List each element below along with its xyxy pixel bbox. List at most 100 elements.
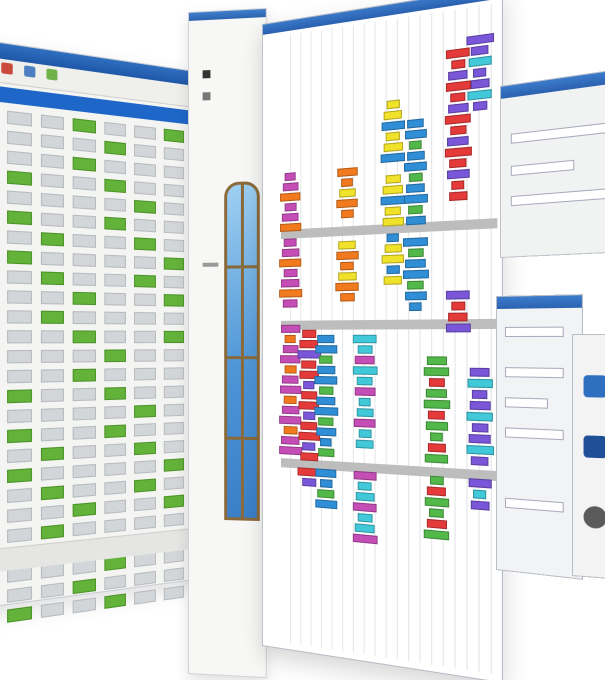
schedule-block[interactable]	[316, 427, 336, 436]
schedule-block[interactable]	[302, 330, 316, 338]
panel-icon[interactable]	[203, 70, 211, 78]
form-field[interactable]	[511, 123, 605, 144]
grid-cell[interactable]	[73, 157, 96, 172]
grid-cell[interactable]	[104, 424, 126, 438]
schedule-block[interactable]	[336, 199, 357, 209]
grid-cell[interactable]	[8, 111, 32, 127]
grid-cell[interactable]	[104, 593, 126, 609]
schedule-block[interactable]	[406, 183, 425, 193]
schedule-block[interactable]	[470, 500, 489, 510]
schedule-block[interactable]	[317, 335, 334, 343]
grid-cell[interactable]	[134, 442, 155, 456]
grid-cell[interactable]	[163, 202, 184, 216]
grid-cell[interactable]	[163, 476, 184, 490]
schedule-block[interactable]	[283, 269, 297, 278]
schedule-block[interactable]	[357, 345, 372, 353]
grid-cell[interactable]	[134, 349, 155, 362]
schedule-block[interactable]	[281, 279, 299, 288]
grid-cell[interactable]	[73, 597, 96, 613]
door-panel-titlebar[interactable]	[189, 9, 266, 21]
grid-cell[interactable]	[41, 193, 65, 208]
schedule-block[interactable]	[427, 443, 445, 453]
schedule-block[interactable]	[355, 492, 374, 502]
schedule-block[interactable]	[384, 276, 402, 285]
grid-cell[interactable]	[104, 387, 126, 400]
schedule-block[interactable]	[449, 158, 466, 168]
schedule-block[interactable]	[300, 452, 318, 461]
schedule-block[interactable]	[383, 142, 402, 152]
grid-cell[interactable]	[73, 311, 96, 324]
grid-cell[interactable]	[8, 429, 32, 443]
grid-cell[interactable]	[134, 460, 155, 474]
grid-cell[interactable]	[134, 293, 155, 306]
schedule-block[interactable]	[280, 192, 300, 202]
grid-cell[interactable]	[134, 144, 155, 159]
schedule-block[interactable]	[355, 356, 375, 365]
dialog-field[interactable]	[505, 427, 564, 440]
schedule-block[interactable]	[317, 489, 334, 499]
schedule-block[interactable]	[283, 299, 298, 307]
schedule-block[interactable]	[357, 377, 373, 386]
schedule-block[interactable]	[402, 270, 428, 279]
grid-cell[interactable]	[41, 524, 65, 539]
grid-cell[interactable]	[104, 236, 126, 250]
schedule-block[interactable]	[425, 421, 447, 431]
grid-cell[interactable]	[163, 458, 184, 472]
schedule-block[interactable]	[302, 478, 316, 487]
grid-cell[interactable]	[134, 275, 155, 288]
schedule-block[interactable]	[471, 423, 488, 433]
schedule-block[interactable]	[341, 178, 353, 187]
schedule-block[interactable]	[281, 406, 298, 415]
schedule-block[interactable]	[429, 508, 444, 518]
schedule-block[interactable]	[279, 416, 301, 425]
grid-cell[interactable]	[41, 485, 65, 500]
grid-cell[interactable]	[41, 252, 65, 266]
grid-cell[interactable]	[104, 293, 126, 306]
schedule-block[interactable]	[408, 205, 423, 215]
grid-cell[interactable]	[73, 464, 96, 478]
grid-cell[interactable]	[134, 256, 155, 269]
grid-cell[interactable]	[134, 219, 155, 233]
schedule-block[interactable]	[314, 376, 337, 385]
schedule-block[interactable]	[424, 497, 448, 508]
grid-cell[interactable]	[104, 500, 126, 515]
grid-cell[interactable]	[8, 310, 32, 323]
schedule-block[interactable]	[285, 335, 296, 343]
schedule-block[interactable]	[281, 248, 298, 257]
schedule-block[interactable]	[466, 445, 494, 455]
grid-cell[interactable]	[73, 118, 96, 133]
schedule-block[interactable]	[300, 422, 317, 431]
grid-cell[interactable]	[134, 589, 155, 604]
schedule-block[interactable]	[320, 438, 331, 447]
schedule-block[interactable]	[355, 523, 375, 533]
grid-cell[interactable]	[73, 502, 96, 517]
grid-cell[interactable]	[134, 479, 155, 493]
grid-cell[interactable]	[8, 330, 32, 343]
grid-cell[interactable]	[8, 250, 32, 264]
toolbar-icon[interactable]	[46, 68, 57, 80]
schedule-block[interactable]	[403, 237, 428, 247]
schedule-block[interactable]	[473, 67, 486, 77]
panel-icon[interactable]	[203, 92, 211, 100]
schedule-block[interactable]	[315, 499, 337, 509]
grid-cell[interactable]	[163, 567, 184, 582]
grid-cell[interactable]	[8, 230, 32, 244]
schedule-block[interactable]	[337, 167, 357, 177]
schedule-block[interactable]	[450, 92, 465, 102]
schedule-block[interactable]	[319, 355, 332, 363]
schedule-block[interactable]	[353, 335, 377, 343]
schedule-block[interactable]	[451, 59, 465, 70]
schedule-block[interactable]	[352, 366, 377, 375]
schedule-block[interactable]	[469, 401, 490, 411]
schedule-block[interactable]	[385, 174, 400, 184]
grid-cell[interactable]	[104, 406, 126, 419]
grid-cell[interactable]	[134, 312, 155, 325]
toolbar-icon[interactable]	[24, 65, 35, 77]
schedule-block[interactable]	[424, 367, 449, 376]
schedule-block[interactable]	[341, 209, 354, 218]
schedule-block[interactable]	[353, 471, 376, 481]
grid-cell[interactable]	[41, 330, 65, 343]
schedule-block[interactable]	[408, 248, 424, 257]
grid-cell[interactable]	[8, 350, 32, 363]
schedule-block[interactable]	[449, 191, 467, 201]
